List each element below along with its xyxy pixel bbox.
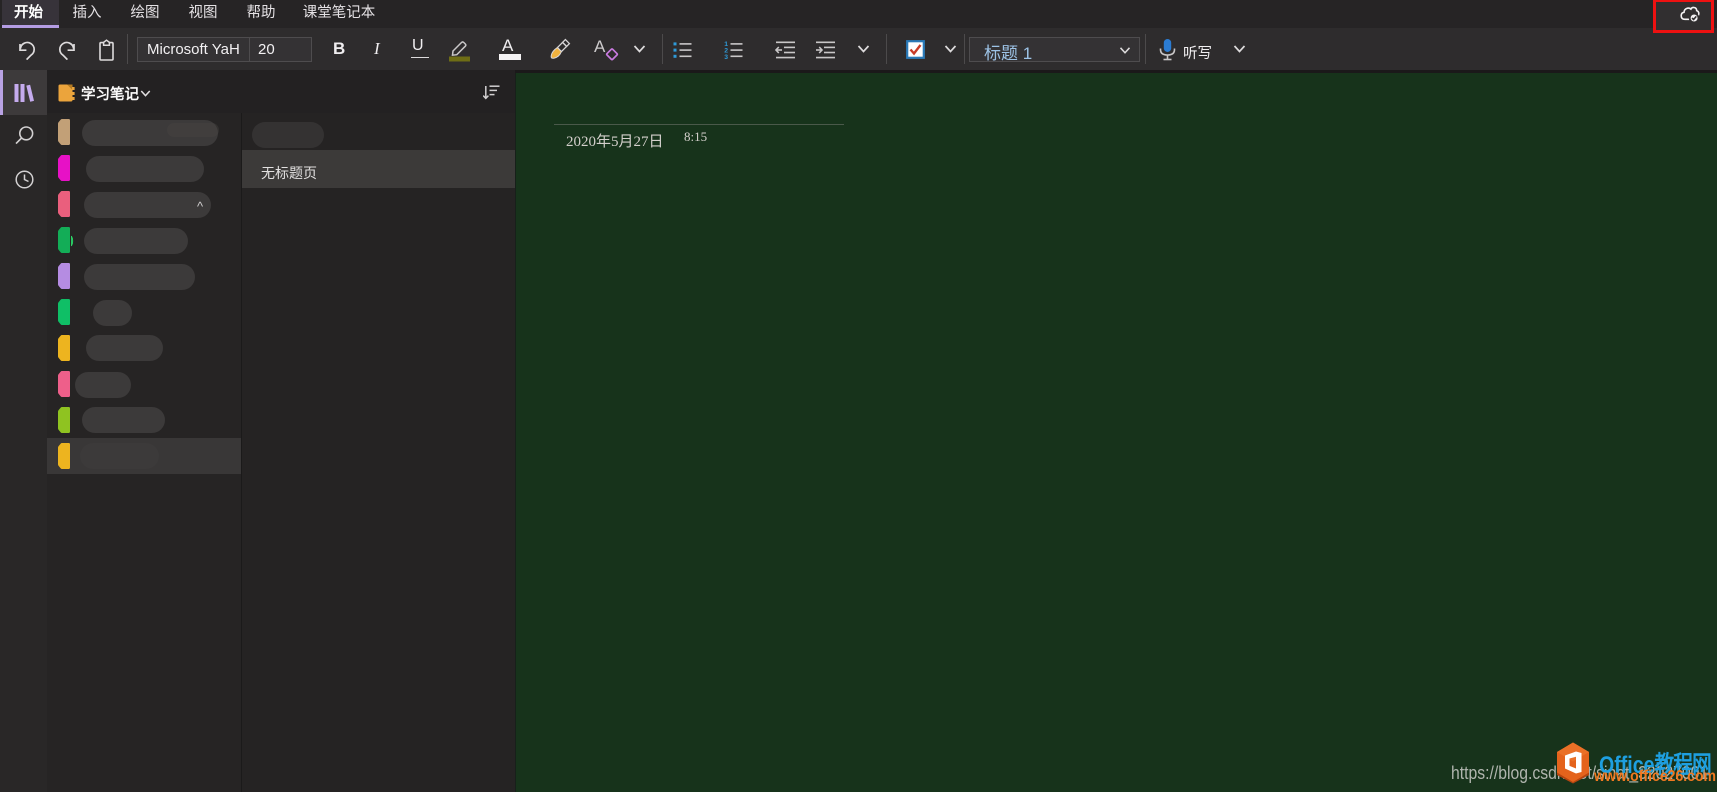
svg-text:3: 3 bbox=[724, 54, 728, 60]
